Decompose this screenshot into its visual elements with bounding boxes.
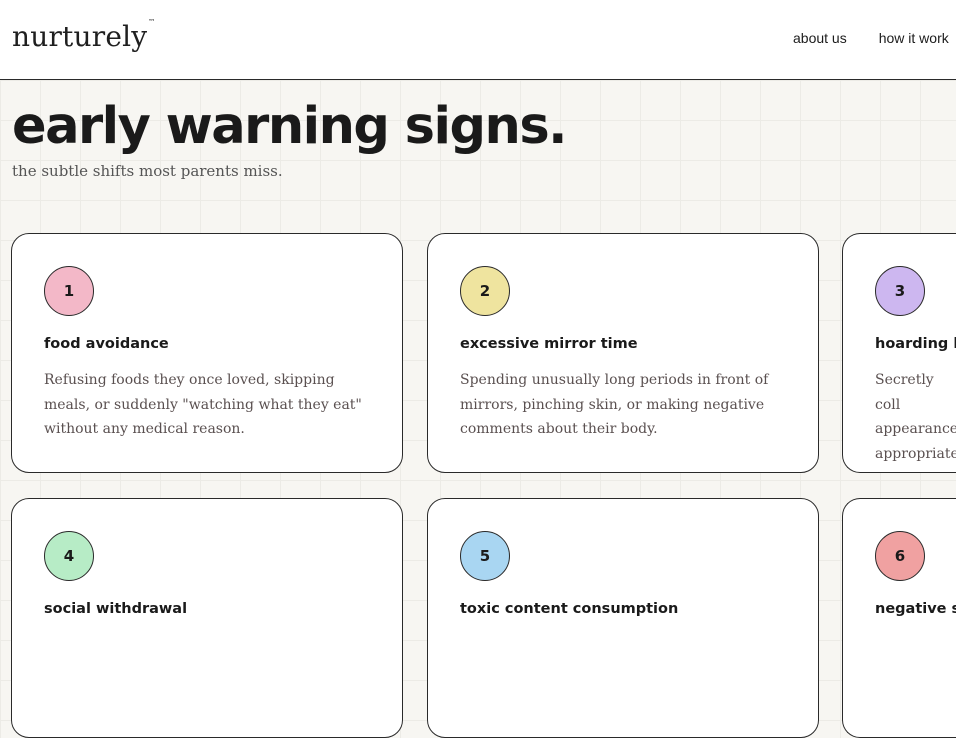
number-badge: 6 bbox=[875, 531, 925, 581]
card-title: toxic content consumption bbox=[460, 601, 679, 617]
card-description: Refusing foods they once loved, skipping… bbox=[44, 372, 362, 437]
page-title: early warning signs. bbox=[12, 97, 568, 156]
card-description: Secretly coll appearance appropriate bbox=[875, 372, 956, 462]
sign-card: 4 social withdrawal bbox=[11, 498, 403, 738]
number-badge: 2 bbox=[460, 266, 510, 316]
card-title: negative s bbox=[875, 601, 956, 617]
nav-about-us[interactable]: about us bbox=[793, 30, 847, 46]
card-title: social withdrawal bbox=[44, 601, 188, 617]
logo-text[interactable]: nurturely bbox=[12, 20, 147, 53]
number-badge: 4 bbox=[44, 531, 94, 581]
card-title: excessive mirror time bbox=[460, 336, 638, 352]
card-title: food avoidance bbox=[44, 336, 169, 352]
sign-card: 2 excessive mirror time Spending unusual… bbox=[427, 233, 819, 473]
sign-card: 1 food avoidance Refusing foods they onc… bbox=[11, 233, 403, 473]
number-badge: 3 bbox=[875, 266, 925, 316]
card-title: hoarding b bbox=[875, 336, 956, 352]
logo[interactable]: nurturely™ bbox=[12, 17, 156, 53]
number-badge: 1 bbox=[44, 266, 94, 316]
main-nav: about us how it work bbox=[793, 30, 956, 46]
nav-how-it-works[interactable]: how it work bbox=[879, 30, 949, 46]
sign-card: 3 hoarding b Secretly coll appearance ap… bbox=[842, 233, 956, 473]
trademark-mark: ™ bbox=[148, 17, 156, 26]
card-description: Spending unusually long periods in front… bbox=[460, 372, 769, 437]
site-header: nurturely™ about us how it work bbox=[0, 0, 956, 80]
sign-card: 6 negative s bbox=[842, 498, 956, 738]
sign-card: 5 toxic content consumption bbox=[427, 498, 819, 738]
number-badge: 5 bbox=[460, 531, 510, 581]
page-subtitle: the subtle shifts most parents miss. bbox=[12, 162, 283, 180]
